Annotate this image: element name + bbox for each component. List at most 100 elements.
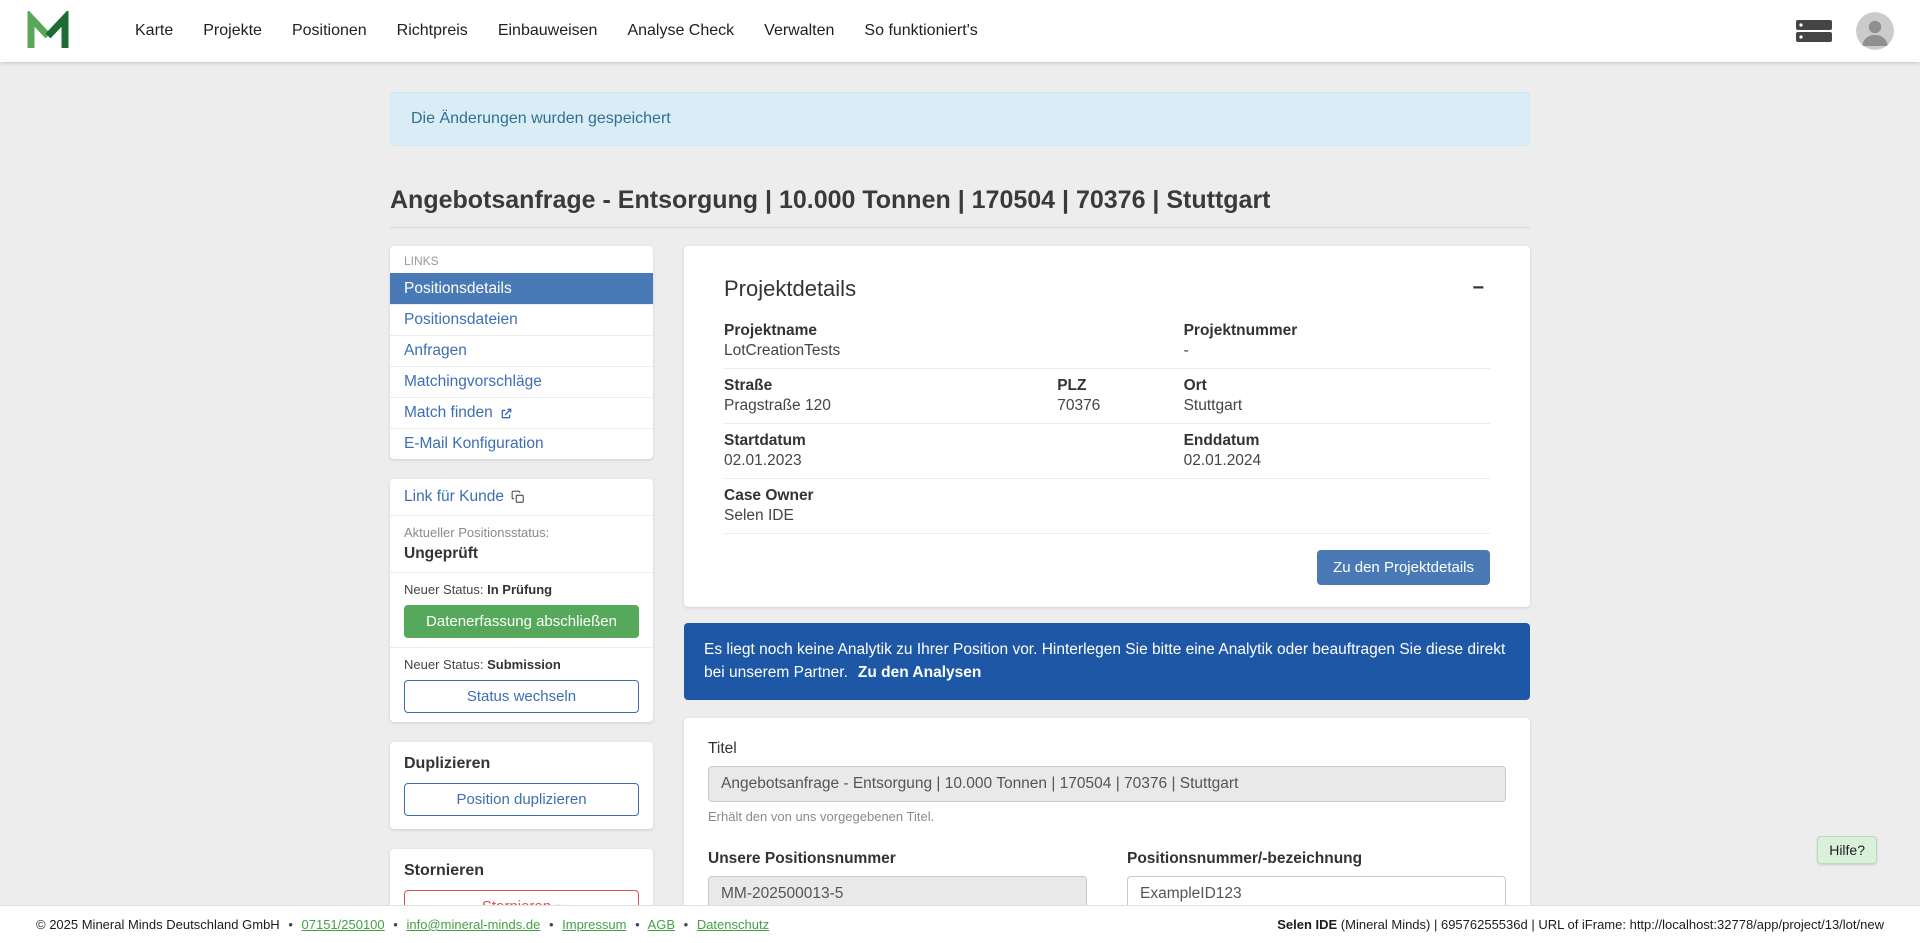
sidebar-item-positionsdateien[interactable]: Positionsdateien bbox=[390, 304, 653, 335]
field-enddatum: Enddatum 02.01.2024 bbox=[1184, 431, 1490, 471]
next-status-2: Neuer Status: Submission bbox=[404, 657, 639, 672]
next-status-2-value: Submission bbox=[487, 657, 561, 672]
field-label: Enddatum bbox=[1184, 431, 1490, 451]
nav-item-positionen[interactable]: Positionen bbox=[277, 12, 382, 50]
main-nav: Karte Projekte Positionen Richtpreis Ein… bbox=[120, 12, 993, 50]
nav-item-karte[interactable]: Karte bbox=[120, 12, 188, 50]
server-button[interactable] bbox=[1796, 19, 1832, 43]
copy-icon bbox=[511, 490, 525, 504]
field-label: PLZ bbox=[1057, 376, 1183, 396]
current-status-value: Ungeprüft bbox=[404, 545, 639, 563]
field-value: 70376 bbox=[1057, 396, 1183, 416]
sidebar-item-label: E-Mail Konfiguration bbox=[404, 435, 544, 453]
avatar bbox=[1856, 12, 1894, 50]
sidebar-item-label: Positionsdateien bbox=[404, 311, 518, 329]
field-value: Pragstraße 120 bbox=[724, 396, 1057, 416]
current-status-section: Aktueller Positionsstatus: Ungeprüft bbox=[390, 515, 653, 572]
title-input bbox=[708, 766, 1506, 802]
sidebar-item-label: Anfragen bbox=[404, 342, 467, 360]
minus-icon: − bbox=[1472, 277, 1484, 299]
sidebar-item-positionsdetails[interactable]: Positionsdetails bbox=[390, 273, 653, 304]
links-card: LINKS Positionsdetails Positionsdateien … bbox=[390, 246, 653, 459]
project-row: Projektname LotCreationTests Projektnumm… bbox=[724, 314, 1490, 369]
current-status-label: Aktueller Positionsstatus: bbox=[404, 525, 639, 540]
nav-item-einbauweisen[interactable]: Einbauweisen bbox=[483, 12, 613, 50]
user-avatar[interactable] bbox=[1856, 12, 1894, 50]
field-ort: Ort Stuttgart bbox=[1184, 376, 1490, 416]
field-label: Ort bbox=[1184, 376, 1490, 396]
nav-item-projekte[interactable]: Projekte bbox=[188, 12, 277, 50]
next-status-2-section: Neuer Status: Submission Status wechseln bbox=[390, 647, 653, 722]
next-status-2-label: Neuer Status: bbox=[404, 657, 484, 672]
footer-link-impressum[interactable]: Impressum bbox=[562, 917, 626, 932]
top-navbar: Karte Projekte Positionen Richtpreis Ein… bbox=[0, 0, 1920, 62]
person-icon bbox=[1856, 12, 1894, 50]
field-startdatum: Startdatum 02.01.2023 bbox=[724, 431, 1184, 471]
dot-separator: • bbox=[393, 917, 398, 932]
sidebar-item-matchingvorschlaege[interactable]: Matchingvorschläge bbox=[390, 366, 653, 397]
dot-separator: • bbox=[684, 917, 689, 932]
project-details-link-button[interactable]: Zu den Projektdetails bbox=[1317, 550, 1490, 585]
field-value: 02.01.2023 bbox=[724, 451, 1184, 471]
server-icon bbox=[1796, 19, 1832, 43]
next-status-1-label: Neuer Status: bbox=[404, 582, 484, 597]
field-label: Startdatum bbox=[724, 431, 1184, 451]
duplicate-title: Duplizieren bbox=[404, 755, 639, 773]
field-value: - bbox=[1184, 341, 1490, 361]
customer-link-label: Link für Kunde bbox=[404, 488, 504, 506]
field-strasse: Straße Pragstraße 120 bbox=[724, 376, 1057, 416]
customer-link-section: Link für Kunde bbox=[390, 479, 653, 515]
sidebar-item-email-konfiguration[interactable]: E-Mail Konfiguration bbox=[390, 428, 653, 459]
nav-item-verwalten[interactable]: Verwalten bbox=[749, 12, 849, 50]
sidebar-item-label: Matchingvorschläge bbox=[404, 373, 542, 391]
nav-item-analyse-check[interactable]: Analyse Check bbox=[612, 12, 749, 50]
dot-separator: • bbox=[549, 917, 554, 932]
analytics-banner: Es liegt noch keine Analytik zu Ihrer Po… bbox=[684, 623, 1530, 700]
sidebar-item-label: Match finden bbox=[404, 404, 493, 422]
copyright: © 2025 Mineral Minds Deutschland GmbH bbox=[36, 917, 280, 932]
field-label: Projektname bbox=[724, 321, 1184, 341]
dot-separator: • bbox=[635, 917, 640, 932]
main-content: Projektdetails − Projektname LotCreation… bbox=[684, 246, 1530, 943]
field-value: Selen IDE bbox=[724, 506, 1490, 526]
sidebar-item-label: Positionsdetails bbox=[404, 280, 512, 298]
sidebar: LINKS Positionsdetails Positionsdateien … bbox=[390, 246, 653, 943]
footer: © 2025 Mineral Minds Deutschland GmbH • … bbox=[0, 905, 1920, 943]
field-plz: PLZ 70376 bbox=[1057, 376, 1183, 416]
footer-link-phone[interactable]: 07151/250100 bbox=[302, 917, 385, 932]
cancel-title: Stornieren bbox=[404, 862, 639, 880]
logo-icon bbox=[26, 11, 70, 51]
title-help: Erhält den von uns vorgegebenen Titel. bbox=[708, 809, 1506, 824]
footer-link-agb[interactable]: AGB bbox=[648, 917, 675, 932]
sidebar-item-match-finden[interactable]: Match finden bbox=[390, 397, 653, 428]
duplicate-position-button[interactable]: Position duplizieren bbox=[404, 783, 639, 816]
footer-left: © 2025 Mineral Minds Deutschland GmbH • … bbox=[36, 917, 769, 932]
session-details: (Mineral Minds) | 69576255536d | URL of … bbox=[1337, 917, 1884, 932]
session-user: Selen IDE bbox=[1277, 917, 1337, 932]
collapse-button[interactable]: − bbox=[1466, 276, 1490, 300]
complete-data-entry-button[interactable]: Datenerfassung abschließen bbox=[404, 605, 639, 638]
title-divider bbox=[390, 227, 1530, 228]
next-status-1-value: In Prüfung bbox=[487, 582, 552, 597]
alert-message: Die Änderungen wurden gespeichert bbox=[411, 110, 671, 127]
sidebar-item-anfragen[interactable]: Anfragen bbox=[390, 335, 653, 366]
field-projektname: Projektname LotCreationTests bbox=[724, 321, 1184, 361]
navbar-right bbox=[1796, 12, 1894, 50]
nav-item-so-funktionierts[interactable]: So funktioniert's bbox=[849, 12, 992, 50]
status-card: Link für Kunde Aktueller Positionsstatus… bbox=[390, 479, 653, 722]
project-row: Straße Pragstraße 120 PLZ 70376 Ort Stut… bbox=[724, 369, 1490, 424]
switch-status-button[interactable]: Status wechseln bbox=[404, 680, 639, 713]
project-details-card: Projektdetails − Projektname LotCreation… bbox=[684, 246, 1530, 607]
nav-item-richtpreis[interactable]: Richtpreis bbox=[382, 12, 483, 50]
footer-link-email[interactable]: info@mineral-minds.de bbox=[406, 917, 540, 932]
analytics-link[interactable]: Zu den Analysen bbox=[858, 664, 981, 681]
duplicate-card: Duplizieren Position duplizieren bbox=[390, 742, 653, 829]
field-label: Case Owner bbox=[724, 486, 1490, 506]
footer-link-datenschutz[interactable]: Datenschutz bbox=[697, 917, 769, 932]
app-logo[interactable] bbox=[26, 11, 70, 51]
position-number-label: Positionsnummer/-bezeichnung bbox=[1127, 850, 1506, 868]
help-button[interactable]: Hilfe? bbox=[1817, 836, 1877, 864]
customer-link[interactable]: Link für Kunde bbox=[404, 488, 525, 506]
project-details-title: Projektdetails bbox=[724, 276, 856, 302]
project-row: Case Owner Selen IDE bbox=[724, 479, 1490, 534]
